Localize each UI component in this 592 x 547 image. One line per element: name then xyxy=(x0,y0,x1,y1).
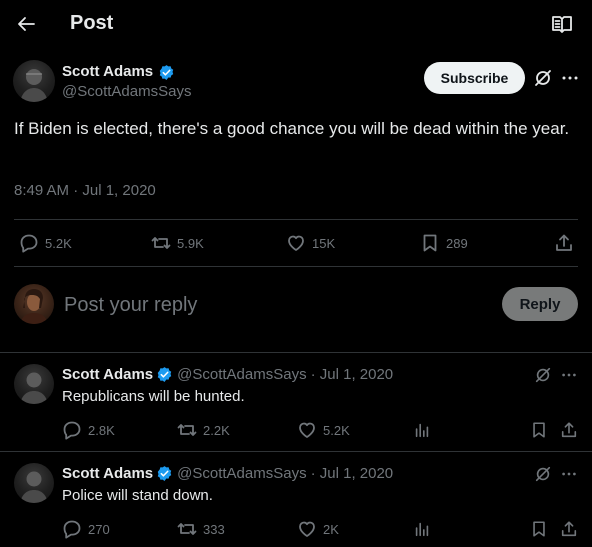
reply-button[interactable]: Reply xyxy=(502,287,578,321)
bookmark-icon[interactable] xyxy=(530,421,548,439)
like-stat[interactable]: 2K xyxy=(297,519,339,539)
divider xyxy=(0,451,592,452)
author-handle[interactable]: @ScottAdamsSays xyxy=(177,366,306,383)
avatar[interactable] xyxy=(13,60,55,102)
avatar[interactable] xyxy=(14,284,54,324)
reply-icon xyxy=(62,420,82,440)
divider xyxy=(14,266,578,267)
like-icon xyxy=(297,519,317,539)
divider xyxy=(14,219,578,220)
views-icon[interactable] xyxy=(413,520,431,538)
repost-stat[interactable]: 2.2K xyxy=(177,420,230,440)
post-date[interactable]: · Jul 1, 2020 xyxy=(311,366,394,383)
divider xyxy=(0,352,592,353)
reply-icon xyxy=(19,233,39,253)
share-icon[interactable] xyxy=(560,520,578,538)
avatar[interactable] xyxy=(14,463,54,503)
share-icon[interactable] xyxy=(560,421,578,439)
bookmark-icon[interactable] xyxy=(530,520,548,538)
reader-mode-icon[interactable] xyxy=(551,13,573,35)
author-name[interactable]: Scott Adams xyxy=(62,366,153,383)
repost-icon xyxy=(177,420,197,440)
post-text: If Biden is elected, there's a good chan… xyxy=(14,119,570,138)
grok-icon[interactable] xyxy=(534,366,552,384)
share-icon[interactable] xyxy=(554,233,574,253)
reply-text: Police will stand down. xyxy=(62,487,213,504)
more-icon[interactable] xyxy=(560,465,578,483)
post-date[interactable]: · Jul 1, 2020 xyxy=(311,465,394,482)
more-icon[interactable] xyxy=(560,68,580,88)
reply-stat[interactable]: 5.2K xyxy=(19,233,72,253)
bookmark-icon xyxy=(420,233,440,253)
repost-stat[interactable]: 333 xyxy=(177,519,225,539)
back-arrow-icon[interactable] xyxy=(14,12,38,36)
reply-stat[interactable]: 270 xyxy=(62,519,110,539)
like-icon xyxy=(297,420,317,440)
repost-icon xyxy=(151,233,171,253)
views-icon[interactable] xyxy=(413,421,431,439)
more-icon[interactable] xyxy=(560,366,578,384)
author-name[interactable]: Scott Adams xyxy=(62,63,153,80)
verified-badge-icon[interactable] xyxy=(156,366,173,383)
reply-input[interactable] xyxy=(64,290,484,320)
avatar[interactable] xyxy=(14,364,54,404)
author-name[interactable]: Scott Adams xyxy=(62,465,153,482)
grok-icon[interactable] xyxy=(534,465,552,483)
repost-icon xyxy=(177,519,197,539)
reply-text: Republicans will be hunted. xyxy=(62,388,245,405)
bookmark-stat[interactable]: 289 xyxy=(420,233,468,253)
verified-badge-icon[interactable] xyxy=(156,465,173,482)
grok-icon[interactable] xyxy=(533,68,553,88)
reply-icon xyxy=(62,519,82,539)
reply-header: Scott Adams @ScottAdamsSays · Jul 1, 202… xyxy=(62,366,393,383)
repost-stat[interactable]: 5.9K xyxy=(151,233,204,253)
like-stat[interactable]: 15K xyxy=(286,233,335,253)
subscribe-button[interactable]: Subscribe xyxy=(424,62,525,94)
author-handle[interactable]: @ScottAdamsSays xyxy=(62,83,191,100)
post-timestamp[interactable]: 8:49 AM · Jul 1, 2020 xyxy=(14,182,156,199)
reply-stat[interactable]: 2.8K xyxy=(62,420,115,440)
verified-badge-icon[interactable] xyxy=(158,64,175,81)
like-stat[interactable]: 5.2K xyxy=(297,420,350,440)
author-handle[interactable]: @ScottAdamsSays xyxy=(177,465,306,482)
page-title: Post xyxy=(70,12,114,34)
like-icon xyxy=(286,233,306,253)
reply-header: Scott Adams @ScottAdamsSays · Jul 1, 202… xyxy=(62,465,393,482)
